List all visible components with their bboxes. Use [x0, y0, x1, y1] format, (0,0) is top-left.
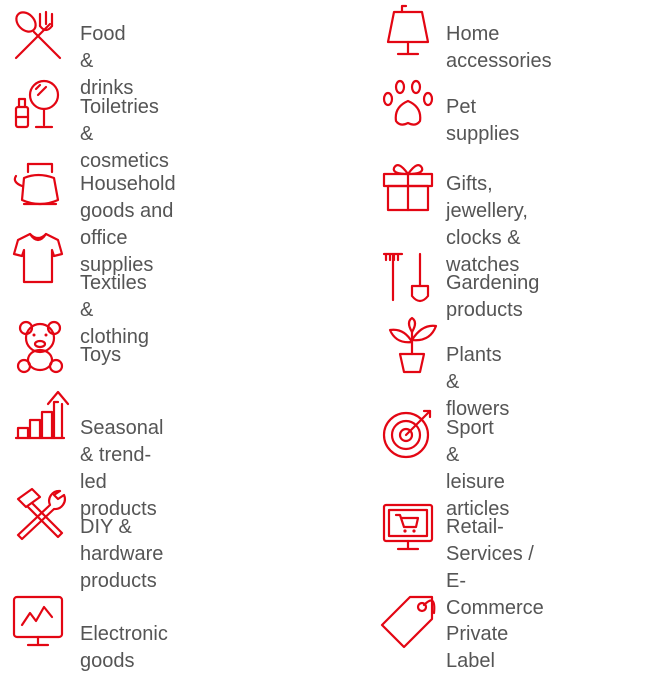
- kettle-icon: [10, 156, 66, 212]
- hammer-wrench-icon: [10, 485, 66, 541]
- potted-plant-icon: [384, 316, 440, 374]
- monitor-cart-icon: [380, 501, 436, 557]
- category-label: Gifts, jewellery, clocks & watches: [446, 173, 528, 276]
- category-label: Toiletries & cosmetics: [80, 96, 169, 172]
- category-label: Seasonal & trend-led products: [80, 417, 164, 520]
- category-label: Private Label: [446, 623, 509, 672]
- category-label: Household goods and office supplies: [80, 173, 176, 276]
- price-tag-icon: [380, 593, 436, 649]
- category-label: Plants & flowers: [446, 344, 510, 420]
- category-label: Gardening products: [446, 272, 540, 321]
- rake-shovel-icon: [380, 250, 436, 306]
- target-dart-icon: [380, 405, 436, 461]
- category-label: Pet supplies: [446, 96, 520, 145]
- cosmetics-mirror-icon: [10, 77, 66, 133]
- category-label: Toys: [80, 344, 122, 366]
- category-label: Sport & leisure articles: [446, 417, 510, 520]
- lamp-icon: [380, 4, 436, 60]
- tshirt-icon: [10, 230, 66, 286]
- category-label: Retail-Services / E-Commerce: [446, 516, 544, 619]
- teddy-bear-icon: [14, 318, 70, 374]
- category-label: Textiles & clothing: [80, 272, 149, 348]
- category-label: Home accessories: [446, 23, 552, 72]
- monitor-graph-icon: [10, 593, 66, 649]
- fork-spoon-icon: [10, 8, 66, 64]
- category-label: Food & drinks: [80, 23, 134, 99]
- trend-chart-icon: [14, 388, 70, 444]
- gift-box-icon: [380, 158, 436, 214]
- category-label: Electronic goods: [80, 623, 168, 672]
- category-label: DIY & hardware products: [80, 516, 164, 592]
- paw-print-icon: [380, 77, 436, 133]
